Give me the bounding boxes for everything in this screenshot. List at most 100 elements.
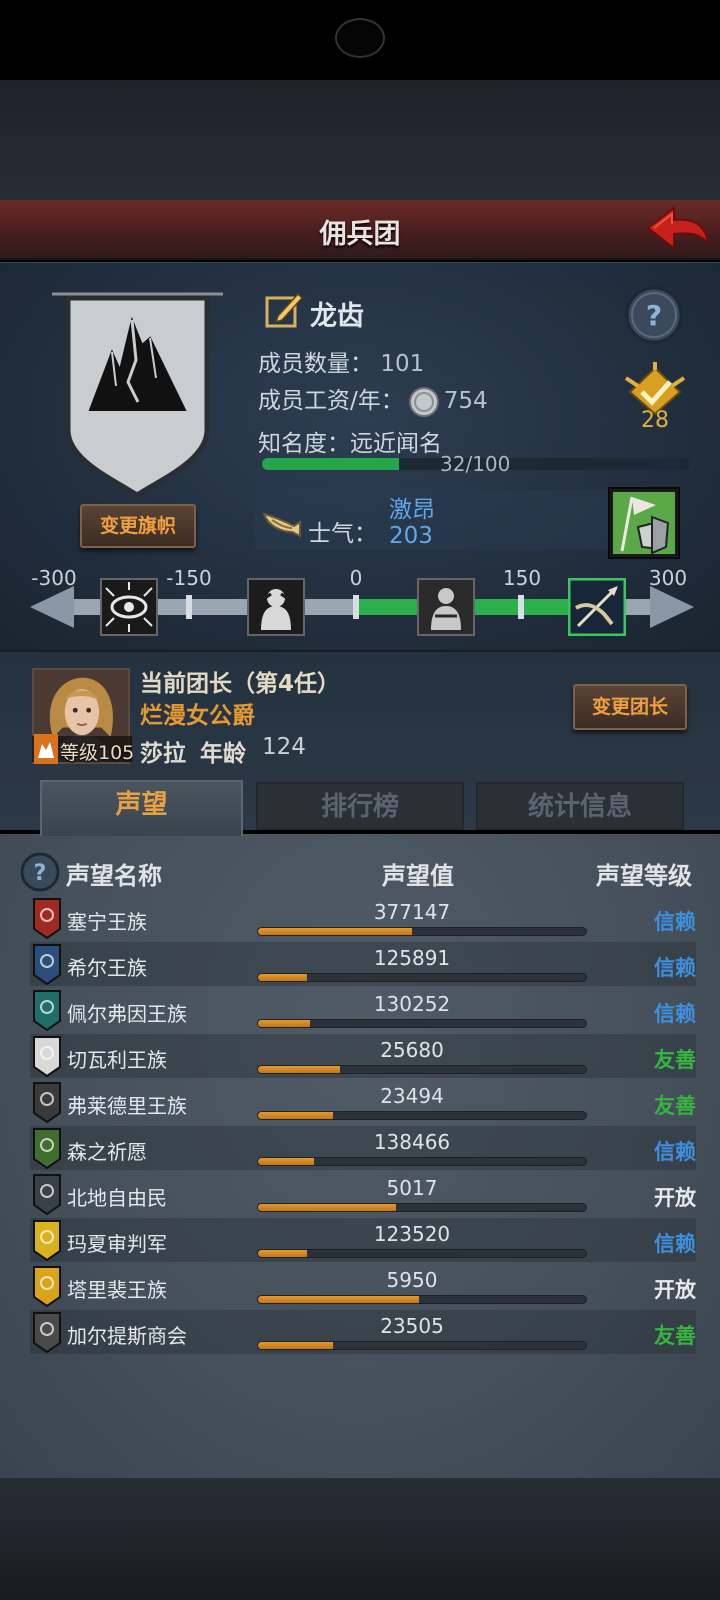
table-row[interactable]: 塔里裴王族 5950 开放 <box>30 1264 696 1308</box>
faction-crest-icon <box>33 1128 61 1169</box>
members-row: 成员数量： 101 <box>258 344 424 378</box>
morale-standard-icon[interactable] <box>608 487 680 559</box>
reputation-progress-bar <box>257 1065 587 1074</box>
morale-label: 士气： <box>308 521 377 547</box>
reputation-level: 友善 <box>654 1094 696 1118</box>
svg-text:?: ? <box>646 299 662 332</box>
faction-name: 希尔王族 <box>67 956 147 980</box>
reputation-progress-bar <box>257 1157 587 1166</box>
reputation-value: 125891 <box>373 946 451 970</box>
reputation-progress-fill <box>258 1204 396 1211</box>
reputation-level: 信赖 <box>654 1140 696 1164</box>
reputation-progress-bar <box>257 1019 587 1028</box>
morale-status: 激昂 <box>389 497 435 523</box>
table-row[interactable]: 弗莱德里王族 23494 友善 <box>30 1080 696 1124</box>
tab-rankings[interactable]: 排行榜 <box>256 782 464 830</box>
reputation-value: 25680 <box>380 1038 444 1062</box>
morale-value: 203 <box>389 523 433 549</box>
reputation-progress-fill <box>258 1020 311 1027</box>
company-banner-icon[interactable] <box>50 290 225 500</box>
reputation-value: 377147 <box>373 900 451 924</box>
leader-age: 124 <box>262 734 306 760</box>
reputation-level: 信赖 <box>654 1232 696 1256</box>
tab-reputation[interactable]: 声望 <box>40 780 243 836</box>
reputation-level: 友善 <box>654 1048 696 1072</box>
leader-title: 烂漫女公爵 <box>140 703 255 729</box>
reputation-level: 友善 <box>654 1324 696 1348</box>
reputation-progress-fill <box>258 1066 340 1073</box>
back-arrow-icon[interactable] <box>644 204 712 256</box>
horn-icon <box>262 512 301 538</box>
reputation-progress-fill <box>258 1296 419 1303</box>
table-row[interactable]: 塞宁王族 377147 信赖 <box>30 896 696 940</box>
status-bar <box>0 0 720 80</box>
reputation-level: 信赖 <box>654 910 696 934</box>
column-header-name: 声望名称 <box>66 862 162 890</box>
wage-value: 754 <box>443 388 488 414</box>
wage-row: 成员工资/年： 754 <box>258 381 488 418</box>
faction-name: 森之祈愿 <box>67 1140 147 1164</box>
change-banner-button[interactable]: 变更旗帜 <box>80 504 196 548</box>
leader-level: 等级105 <box>60 742 135 764</box>
reputation-progress-bar <box>257 1295 587 1304</box>
help-icon[interactable]: ? <box>624 285 684 345</box>
change-leader-button[interactable]: 变更团长 <box>573 684 687 730</box>
reputation-progress-bar <box>257 1341 587 1350</box>
morale-despair-icon <box>247 578 305 636</box>
reputation-level: 信赖 <box>654 1002 696 1026</box>
faction-name: 塔里裴王族 <box>67 1278 167 1302</box>
reputation-progress-fill <box>258 1342 334 1349</box>
reputation-progress-bar <box>257 1111 587 1120</box>
background-bottom <box>0 1478 720 1600</box>
reputation-progress-bar <box>257 927 587 936</box>
faction-name: 北地自由民 <box>67 1186 167 1210</box>
reputation-value: 130252 <box>373 992 451 1016</box>
morale-panic-icon <box>100 578 158 636</box>
silver-coin-icon <box>408 386 439 417</box>
company-name: 龙齿 <box>310 301 364 332</box>
edit-name-icon[interactable] <box>264 290 304 330</box>
reputation-value: 23494 <box>380 1084 444 1108</box>
reputation-progress-fill <box>258 1112 334 1119</box>
table-row[interactable]: 切瓦利王族 25680 友善 <box>30 1034 696 1078</box>
fame-progress-fill <box>262 458 399 470</box>
morale-steady-icon <box>417 578 475 636</box>
faction-name: 塞宁王族 <box>67 910 147 934</box>
faction-crest-icon <box>33 1312 61 1353</box>
table-row[interactable]: 加尔提斯商会 23505 友善 <box>30 1310 696 1354</box>
column-header-level: 声望等级 <box>596 862 692 890</box>
table-row[interactable]: 北地自由民 5017 开放 <box>30 1172 696 1216</box>
reputation-progress-bar <box>257 1249 587 1258</box>
faction-crest-icon <box>33 944 61 985</box>
faction-crest-icon <box>33 990 61 1031</box>
morale-inspired-icon <box>568 578 626 636</box>
fame-progress-text: 32/100 <box>440 452 511 476</box>
faction-name: 弗莱德里王族 <box>67 1094 187 1118</box>
faction-name: 切瓦利王族 <box>67 1048 167 1072</box>
table-row[interactable]: 森之祈愿 138466 信赖 <box>30 1126 696 1170</box>
leader-age-label: 年龄 <box>200 741 246 767</box>
reputation-progress-bar <box>257 1203 587 1212</box>
reputation-value: 5017 <box>386 1176 438 1200</box>
reputation-value: 123520 <box>373 1222 451 1246</box>
faction-crest-icon <box>33 1220 61 1261</box>
table-row[interactable]: 希尔王族 125891 信赖 <box>30 942 696 986</box>
table-row[interactable]: 佩尔弗因王族 130252 信赖 <box>30 988 696 1032</box>
reputation-level: 开放 <box>654 1278 696 1302</box>
reputation-progress-fill <box>258 1250 308 1257</box>
reputation-help-icon[interactable]: ? <box>20 852 60 892</box>
reputation-level: 开放 <box>654 1186 696 1210</box>
members-value: 101 <box>380 351 425 377</box>
faction-crest-icon <box>33 1082 61 1123</box>
tab-statistics[interactable]: 统计信息 <box>476 782 684 830</box>
faction-crest-icon <box>33 1036 61 1077</box>
members-label: 成员数量： <box>258 351 373 377</box>
camera-cutout <box>335 18 385 58</box>
fame-row: 知名度：远近闻名 <box>258 424 442 458</box>
reputation-progress-fill <box>258 928 413 935</box>
faction-name: 玛夏审判军 <box>67 1232 167 1256</box>
column-header-value: 声望值 <box>382 862 454 890</box>
table-row[interactable]: 玛夏审判军 123520 信赖 <box>30 1218 696 1262</box>
faction-name: 加尔提斯商会 <box>67 1324 187 1348</box>
reputation-progress-fill <box>258 1158 314 1165</box>
